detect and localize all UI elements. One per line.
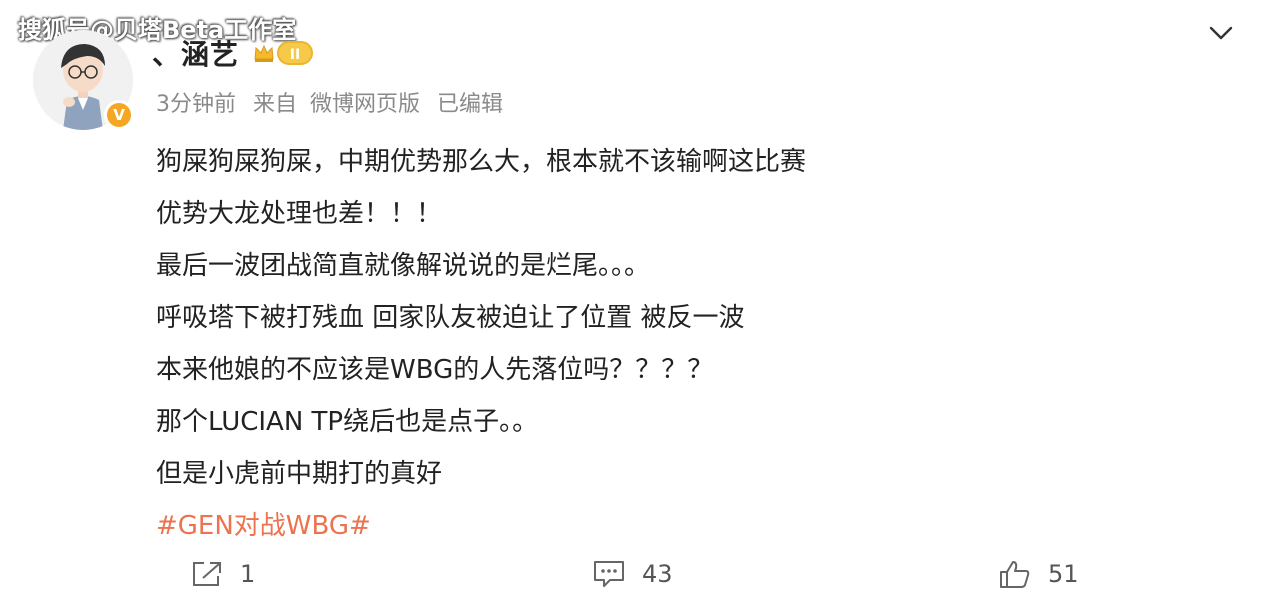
post-time[interactable]: 3分钟前 [156,92,236,117]
post-line: 那个LUCIAN TP绕后也是点子。。 [156,407,539,437]
like-button[interactable]: 51 [998,558,1079,590]
crown-icon [254,44,274,62]
post-line: 呼吸塔下被打残血 回家队友被迫让了位置 被反一波 [156,303,745,333]
user-level-badge[interactable]: II [253,41,314,65]
weibo-post-card: 搜狐号@贝塔Beta工作室 V 、涵艺 II 3分钟前 来自 微博网页版 已编辑… [0,0,1272,600]
share-icon [193,562,221,586]
username-row: 、涵艺 II [152,33,314,73]
post-content: 狗屎狗屎狗屎，中期优势那么大，根本就不该输啊这比赛 优势大龙处理也差！！！ 最后… [156,136,1206,552]
verified-v-icon: V [107,103,131,127]
comment-button[interactable]: 43 [592,558,673,590]
action-bar: 1 43 51 [0,548,1272,600]
comment-icon [594,561,624,587]
share-count: 1 [240,560,256,588]
share-button[interactable]: 1 [190,558,255,590]
chevron-down-icon [1209,26,1233,40]
like-count: 51 [1048,560,1079,588]
post-line: 优势大龙处理也差！！！ [156,199,443,229]
more-options-button[interactable] [1206,20,1236,46]
verified-badge: V [104,100,134,130]
post-meta: 3分钟前 来自 微博网页版 已编辑 [156,86,513,118]
post-line: 狗屎狗屎狗屎，中期优势那么大，根本就不该输啊这比赛 [156,147,807,177]
username[interactable]: 、涵艺 [152,33,239,73]
source-prefix: 来自 [253,92,298,117]
post-source: 微博网页版 [310,92,421,117]
post-line: 本来他娘的不应该是WBG的人先落位吗？？？？ [156,355,714,385]
post-line: 最后一波团战简直就像解说说的是烂尾。。。 [156,251,651,281]
comment-count: 43 [642,560,673,588]
thumbs-up-icon [1000,561,1030,588]
post-line: 但是小虎前中期打的真好 [156,459,443,489]
level-label: II [277,41,314,65]
edited-label[interactable]: 已编辑 [437,92,503,117]
hashtag-link[interactable]: #GEN对战WBG# [156,500,1206,552]
